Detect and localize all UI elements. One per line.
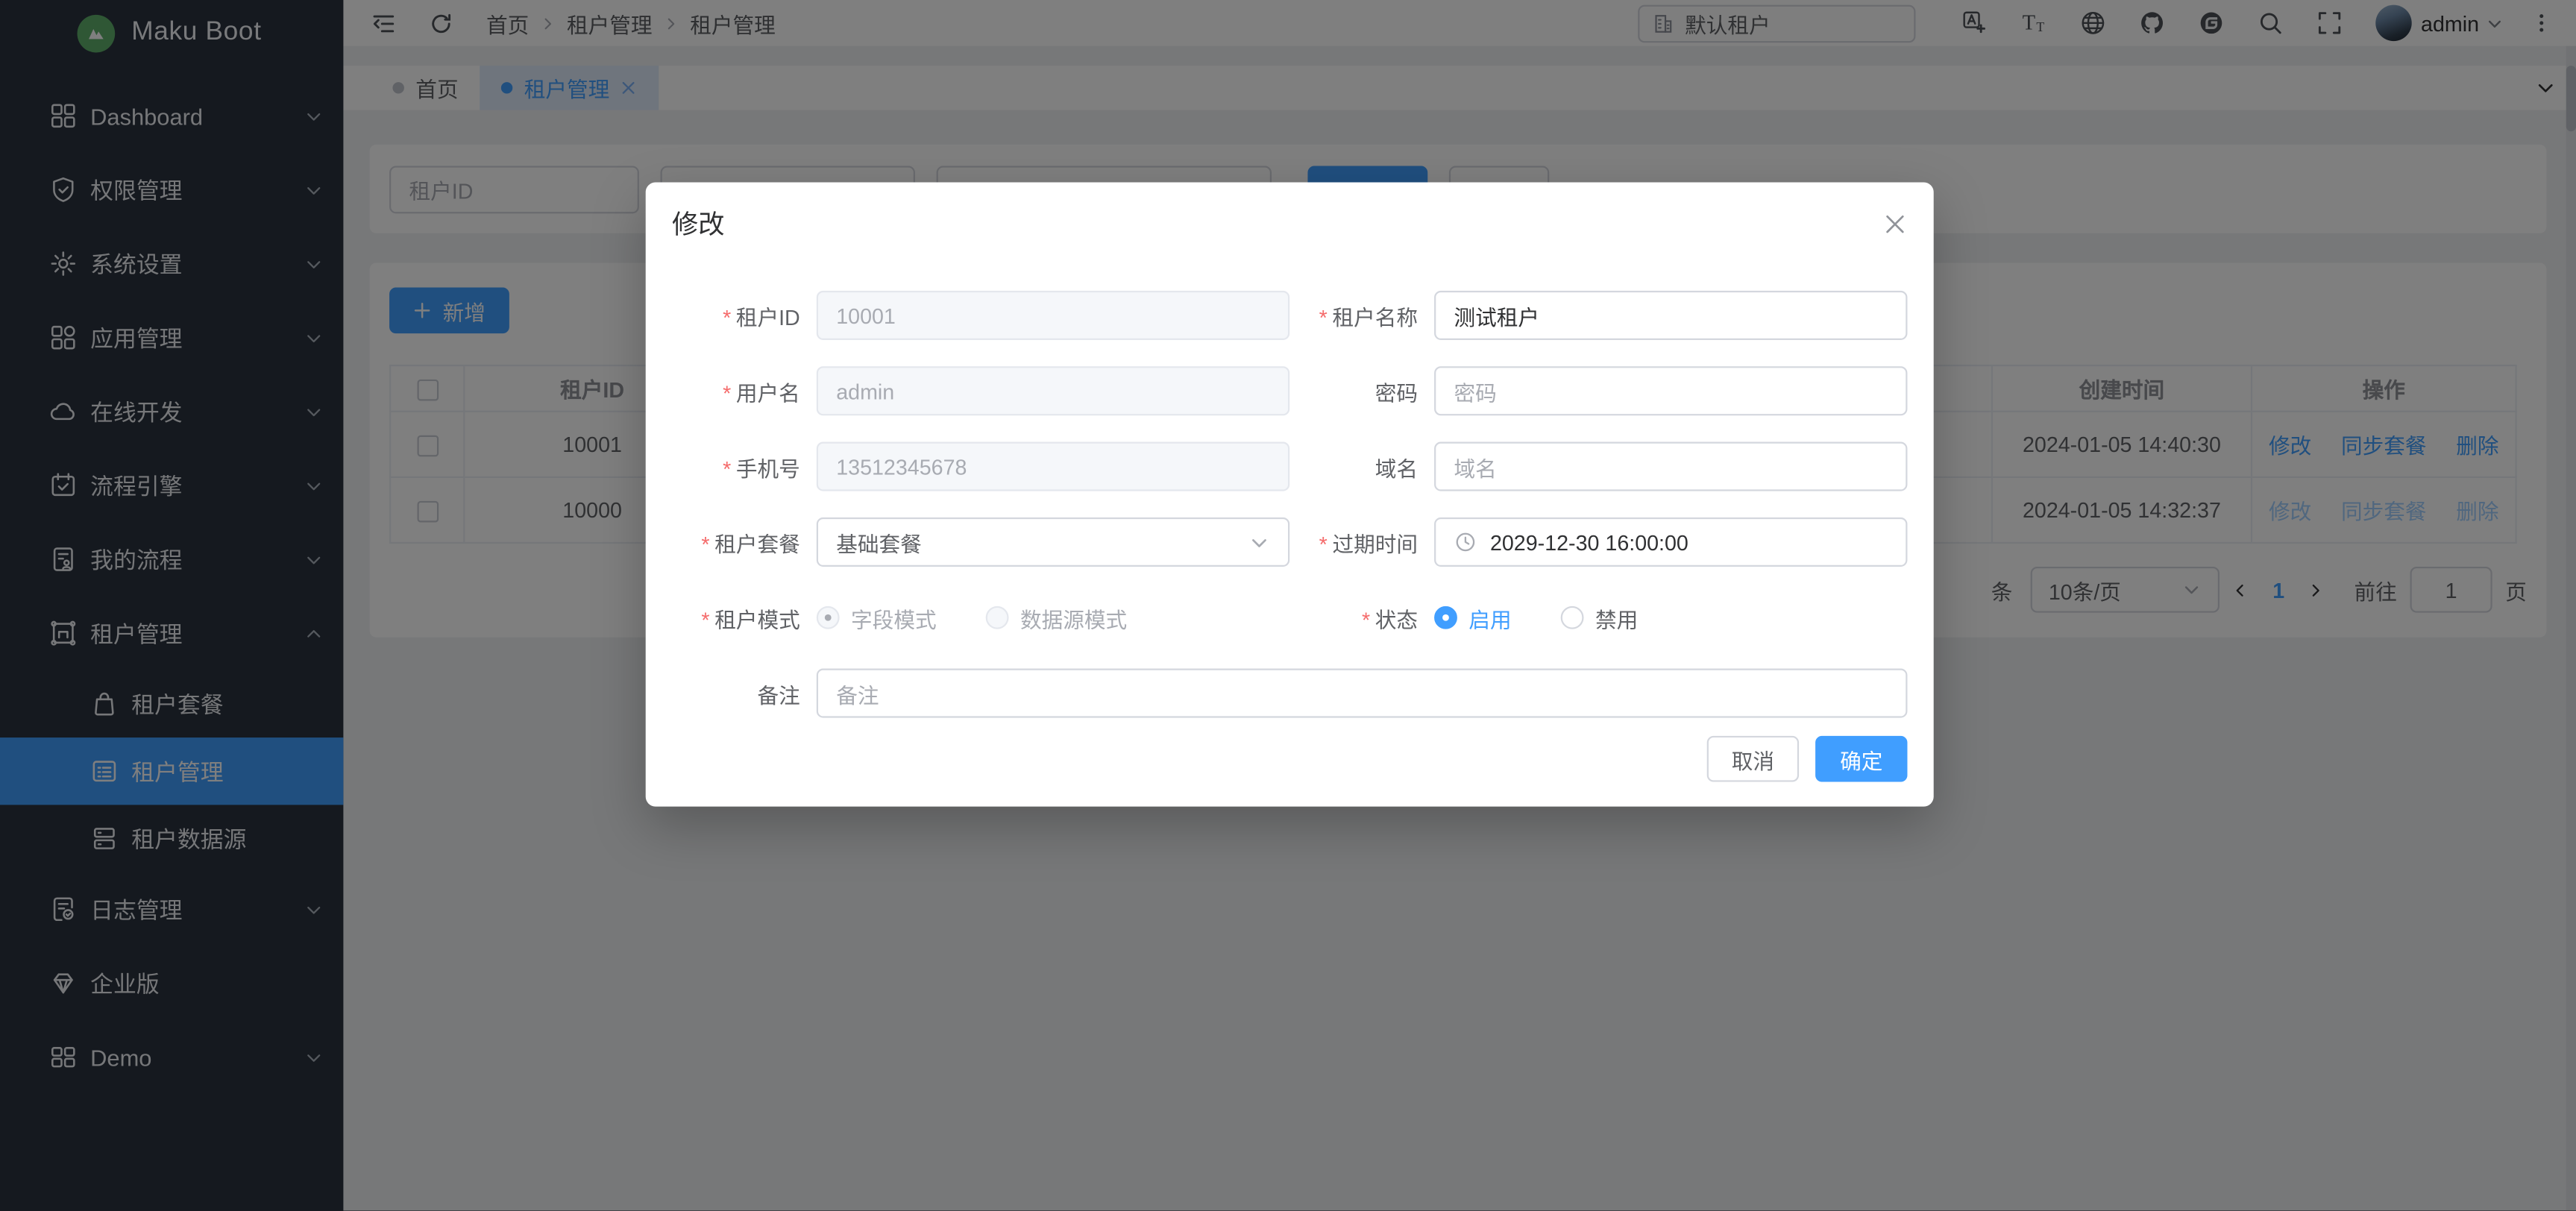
radio-dot [986,606,1009,629]
chevron-down-icon [1248,532,1270,553]
password-label: 密码 [1289,375,1434,406]
radio-option-0[interactable]: 启用 [1434,602,1512,633]
package-select[interactable]: 基础套餐 [817,518,1289,567]
tenant-mode-radio-group: 字段模式 数据源模式 [817,593,1289,642]
mobile-label: *手机号 [672,451,817,482]
confirm-button[interactable]: 确定 [1815,736,1907,782]
dialog-body: *租户ID 10001 *租户名称 测试租户 *用户名 admin 密码 密码 … [672,291,1908,718]
required-star: * [1319,532,1328,556]
radio-option-0[interactable]: 字段模式 [817,602,937,633]
tenant-id-field: 10001 [817,291,1289,340]
tenant-id-label: *租户ID [672,300,817,331]
domain-label: 域名 [1289,451,1434,482]
remark-label: 备注 [672,678,817,709]
clock-icon [1454,531,1477,554]
radio-label: 禁用 [1595,602,1638,633]
required-star: * [701,607,709,632]
username-field: admin [817,366,1289,415]
tenant-mode-label: *租户模式 [672,602,817,633]
required-star: * [701,532,709,556]
tenant-name-input[interactable]: 测试租户 [1434,291,1907,340]
edit-dialog: 修改 *租户ID 10001 *租户名称 测试租户 *用户名 admin 密码 … [646,183,1934,807]
dialog-header: 修改 [672,209,1908,245]
required-star: * [1319,305,1328,330]
expire-time-label: *过期时间 [1289,526,1434,558]
radio-label: 启用 [1468,602,1511,633]
radio-dot [1561,606,1584,629]
required-star: * [723,380,731,405]
required-star: * [723,305,731,330]
radio-option-1[interactable]: 数据源模式 [986,602,1127,633]
username-label: *用户名 [672,375,817,406]
expire-time-picker[interactable]: 2029-12-30 16:00:00 [1434,518,1907,567]
app-root: Maku Boot Dashboard权限管理系统设置应用管理在线开发流程引擎我… [0,0,2576,1210]
required-star: * [1362,607,1370,632]
radio-option-1[interactable]: 禁用 [1561,602,1639,633]
domain-input[interactable]: 域名 [1434,442,1907,491]
remark-input[interactable]: 备注 [817,669,1908,718]
required-star: * [723,456,731,480]
radio-dot [1434,606,1457,629]
tenant-name-label: *租户名称 [1289,300,1434,331]
status-radio-group: 启用 禁用 [1434,593,1907,642]
password-input[interactable]: 密码 [1434,366,1907,415]
package-label: *租户套餐 [672,526,817,558]
radio-label: 数据源模式 [1020,602,1127,633]
dialog-footer: 取消 确定 [1707,736,1908,782]
radio-label: 字段模式 [851,602,937,633]
close-icon[interactable] [1882,212,1907,236]
status-label: *状态 [1289,602,1434,633]
radio-dot [817,606,840,629]
mobile-field: 13512345678 [817,442,1289,491]
cancel-button[interactable]: 取消 [1707,736,1799,782]
dialog-title: 修改 [672,209,725,245]
